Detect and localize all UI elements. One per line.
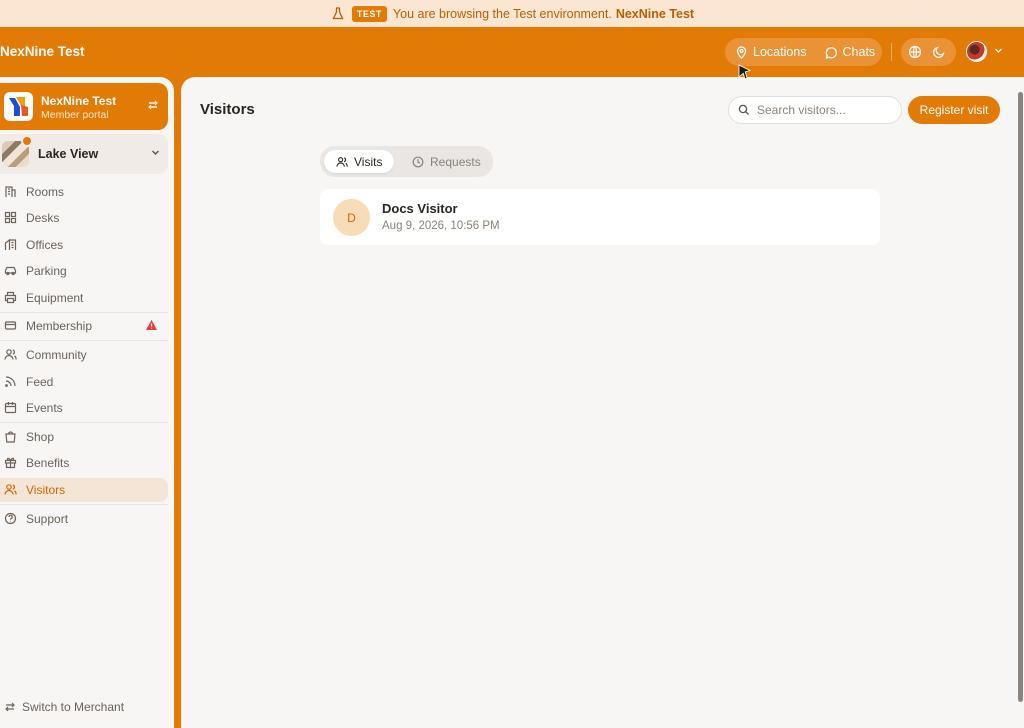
grid-icon [4,211,18,225]
header-tools [901,38,956,66]
tab-requests[interactable]: Requests [400,150,493,173]
sidebar-item-label: Equipment [26,291,84,305]
nav-divider [0,504,168,505]
sidebar-item-label: Support [26,512,69,526]
help-circle-icon [4,512,18,526]
globe-icon[interactable] [908,45,922,59]
search-box[interactable] [728,96,902,124]
sidebar-item-desks[interactable]: Desks [0,206,168,230]
scrollbar-thumb[interactable] [1018,92,1023,702]
calendar-icon [4,401,18,415]
search-icon [738,104,750,116]
sidebar-item-label: Events [26,401,63,415]
test-badge: TEST [351,5,387,22]
sidebar-item-parking[interactable]: Parking [0,259,168,283]
header-brand[interactable]: NexNine Test [0,44,85,59]
switch-to-merchant-link[interactable]: Switch to Merchant [4,700,124,714]
sidebar-item-community[interactable]: Community [0,343,168,367]
sidebar: NexNine Test Member portal Lake View Roo… [0,77,174,728]
sidebar-item-label: Rooms [26,185,65,199]
users-icon [336,156,348,168]
sidebar-item-label: Visitors [26,483,66,497]
warning-icon [145,319,158,331]
nav-divider [0,422,168,423]
mouse-cursor-icon [738,64,752,85]
car-icon [4,264,18,278]
sidebar-item-offices[interactable]: Offices [0,233,168,257]
chevron-down-icon[interactable] [993,45,1004,56]
sidebar-item-label: Desks [26,211,60,225]
sidebar-item-label: Offices [26,238,64,252]
banner-message: You are browsing the Test environment. [392,6,612,21]
tab-label: Visits [354,154,383,169]
sidebar-item-events[interactable]: Events [0,396,168,420]
shopping-bag-icon [4,430,18,444]
sidebar-item-label: Benefits [26,456,70,470]
tab-label: Requests [430,154,481,169]
header-nav: Locations Chats [725,38,882,66]
portal-subtitle: Member portal [41,109,109,121]
printer-icon [4,291,18,305]
building-icon [4,185,18,199]
gift-icon [4,456,18,470]
users-icon [4,483,18,497]
sidebar-item-shop[interactable]: Shop [0,425,168,449]
sidebar-item-membership[interactable]: Membership [0,314,168,338]
portal-logo [4,92,33,121]
location-status-dot [21,135,33,147]
chevron-down-icon [150,147,161,158]
sidebar-item-benefits[interactable]: Benefits [0,451,168,475]
chats-label: Chats [842,45,876,59]
map-pin-icon [735,45,748,59]
card-icon [4,319,18,333]
page-title: Visitors [200,101,255,118]
visits-tabs: Visits Requests [320,146,493,177]
chat-bubble-icon [825,46,838,59]
nav-divider [0,312,168,313]
office-icon [4,238,18,252]
sidebar-item-visitors[interactable]: Visitors [0,478,168,502]
rss-icon [4,375,18,389]
sidebar-item-support[interactable]: Support [0,507,168,531]
sidebar-item-equipment[interactable]: Equipment [0,286,168,310]
top-header: NexNine Test Locations Chats [0,27,1024,77]
locations-link[interactable]: Locations [735,45,807,59]
user-avatar[interactable] [966,41,987,62]
sidebar-item-feed[interactable]: Feed [0,370,168,394]
register-visit-button[interactable]: Register visit [908,96,1000,124]
test-environment-banner: TEST You are browsing the Test environme… [0,0,1024,27]
visitor-avatar: D [333,199,370,236]
swap-arrows-icon [4,701,16,713]
sidebar-item-rooms[interactable]: Rooms [0,180,168,204]
sidebar-item-label: Shop [26,430,55,444]
sidebar-item-label: Feed [26,375,54,389]
sidebar-item-label: Membership [26,319,93,333]
nav-divider [0,340,168,341]
sidebar-item-label: Community [26,348,87,362]
tab-visits[interactable]: Visits [324,150,394,173]
visitor-name: Docs Visitor [382,201,458,216]
moon-icon[interactable] [932,45,946,59]
header-divider [891,43,892,61]
swap-arrows-icon[interactable] [147,99,159,111]
portal-switcher[interactable]: NexNine Test Member portal [0,83,168,130]
clock-icon [412,156,424,168]
main-scrollbar[interactable] [1017,84,1024,718]
visit-date: Aug 9, 2026, 10:56 PM [382,220,500,232]
location-name: Lake View [38,147,99,161]
locations-label: Locations [753,45,807,59]
list-item[interactable]: D Docs Visitor Aug 9, 2026, 10:56 PM [320,189,880,245]
search-input[interactable] [757,103,887,117]
switch-to-merchant-label: Switch to Merchant [22,700,125,714]
chats-link[interactable]: Chats [825,45,876,59]
sidebar-item-label: Parking [26,264,67,278]
portal-title: NexNine Test [41,94,117,108]
main-content: Visitors Register visit Visits Requests … [181,77,1024,728]
users-icon [4,348,18,362]
flask-icon [330,6,346,22]
banner-brand: NexNine Test [615,6,695,21]
